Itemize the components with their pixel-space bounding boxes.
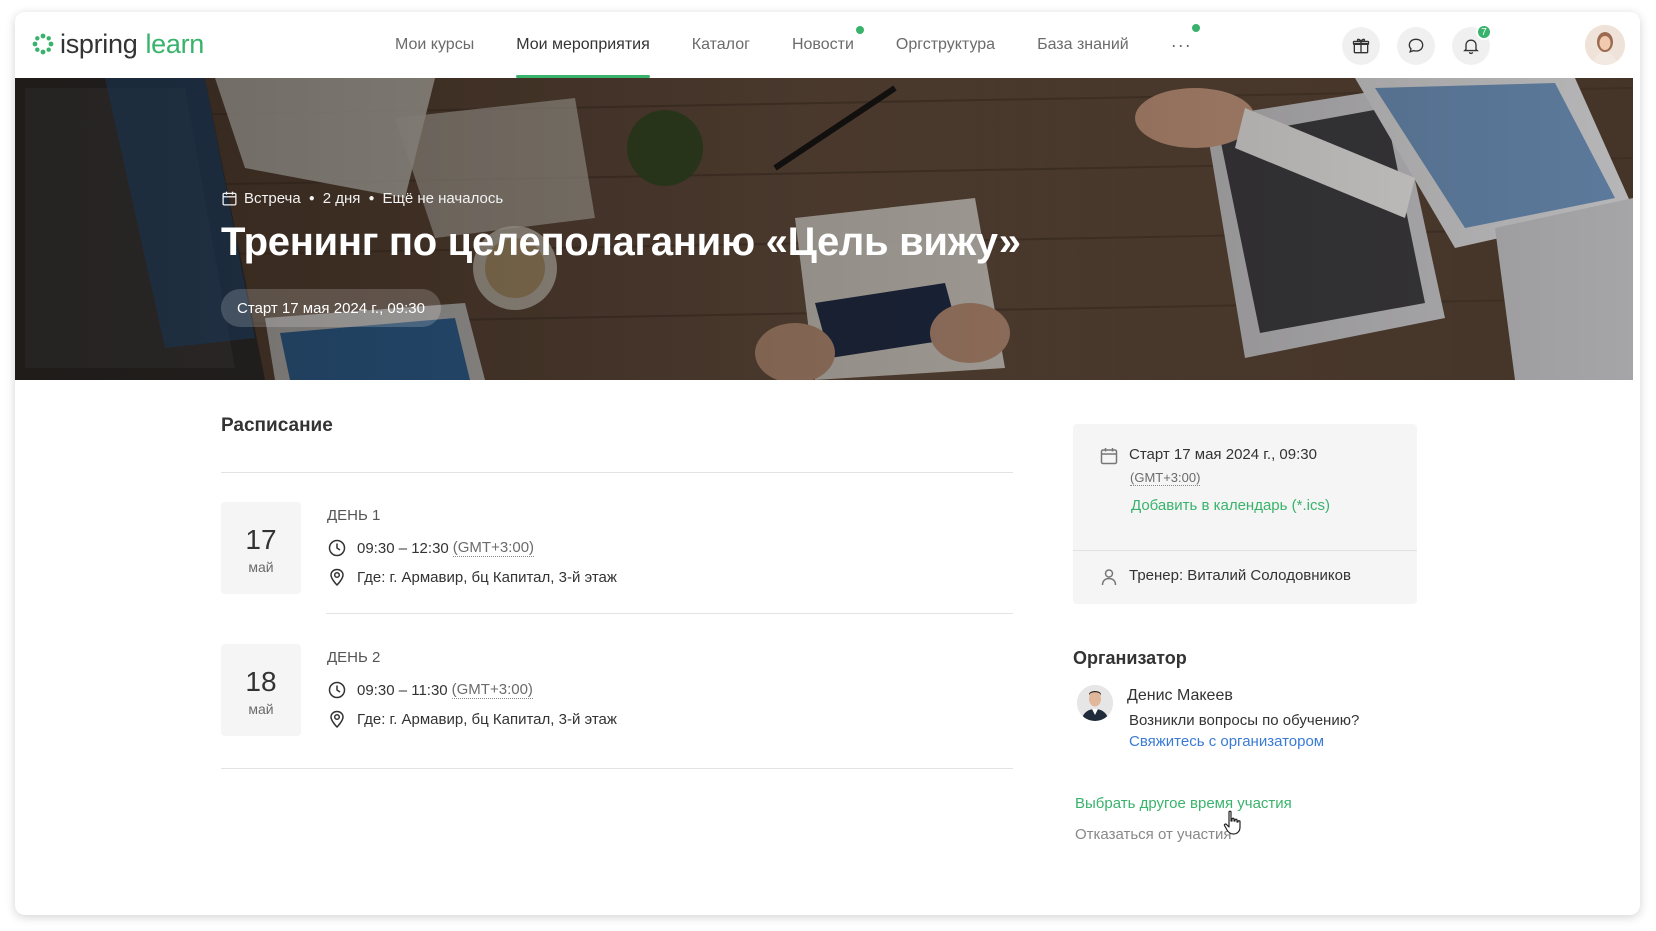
card-divider bbox=[1073, 550, 1417, 551]
event-start-chip: Старт 17 мая 2024 г., 09:30 bbox=[221, 289, 441, 327]
chat-icon bbox=[1408, 38, 1424, 53]
organizer-avatar bbox=[1077, 685, 1113, 721]
logo-text-ispring: ispring bbox=[60, 28, 138, 59]
location-pin-icon bbox=[330, 710, 344, 729]
ispring-learn-logo[interactable]: ispring learn bbox=[31, 29, 204, 59]
day-location-row: Где: г. Армавир, бц Капитал, 3-й этаж bbox=[327, 709, 617, 729]
timezone-hint[interactable]: (GMT+3:00) bbox=[452, 539, 535, 557]
timezone-hint[interactable]: (GMT+3:00) bbox=[451, 681, 533, 699]
card-timezone-hint[interactable]: (GMT+3:00) bbox=[1130, 470, 1201, 486]
top-header: ispring learn Мои курсы Мои мероприятия … bbox=[15, 12, 1640, 78]
nav-my-courses[interactable]: Мои курсы bbox=[395, 12, 474, 78]
schedule-heading: Расписание bbox=[221, 415, 333, 436]
hand-cursor-icon bbox=[1223, 810, 1241, 835]
gift-icon bbox=[1352, 38, 1370, 54]
organizer-heading: Организатор bbox=[1073, 648, 1187, 668]
calendar-icon bbox=[222, 191, 237, 206]
gift-button[interactable] bbox=[1342, 27, 1380, 65]
day-location: Где: г. Армавир, бц Капитал, 3-й этаж bbox=[357, 710, 617, 728]
day-date-box: 17 май bbox=[221, 502, 301, 594]
meta-separator: ● bbox=[308, 193, 315, 204]
day-date-box: 18 май bbox=[221, 644, 301, 736]
divider bbox=[221, 768, 1013, 769]
trainer-name: Тренер: Виталий Солодовников bbox=[1129, 567, 1351, 584]
decline-participation-link[interactable]: Отказаться от участия bbox=[1075, 826, 1232, 843]
card-trainer-row: Тренер: Виталий Солодовников bbox=[1099, 567, 1351, 587]
day-number: 17 bbox=[245, 524, 277, 555]
calendar-icon bbox=[1100, 448, 1118, 465]
nav-label: Новости bbox=[791, 36, 854, 53]
event-hero-banner: Встреча ● 2 дня ● Ещё не началось Тренин… bbox=[15, 78, 1633, 380]
user-avatar[interactable] bbox=[1585, 25, 1625, 65]
day-time: 09:30 – 12:30 bbox=[357, 539, 449, 557]
event-duration: 2 дня bbox=[322, 190, 361, 207]
notifications-button[interactable]: 7 bbox=[1452, 24, 1492, 65]
change-time-link[interactable]: Выбрать другое время участия bbox=[1075, 795, 1292, 812]
event-status: Ещё не началось bbox=[382, 190, 504, 207]
nav-news[interactable]: Новости bbox=[791, 12, 864, 78]
day-month: май bbox=[248, 559, 274, 575]
nav-my-events[interactable]: Мои мероприятия bbox=[516, 12, 650, 78]
logo-icon bbox=[32, 33, 54, 55]
nav-label: Оргструктура bbox=[895, 36, 996, 53]
nav-more-button[interactable]: ··· bbox=[1170, 12, 1200, 78]
day-time-row: 09:30 – 12:30 (GMT+3:00) bbox=[327, 538, 535, 558]
card-start-text: Старт 17 мая 2024 г., 09:30 bbox=[1129, 446, 1317, 463]
event-meta: Встреча ● 2 дня ● Ещё не началось bbox=[221, 190, 503, 207]
day-month: май bbox=[248, 701, 274, 717]
event-info-card: Старт 17 мая 2024 г., 09:30 (GMT+3:00) Д… bbox=[1073, 424, 1417, 604]
nav-label: Мои курсы bbox=[395, 36, 475, 53]
nav-catalog[interactable]: Каталог bbox=[692, 12, 750, 78]
contact-organizer-link[interactable]: Свяжитесь с организатором bbox=[1129, 733, 1324, 750]
nav-label: Мои мероприятия bbox=[516, 36, 650, 53]
unread-dot bbox=[1191, 24, 1200, 32]
divider bbox=[221, 472, 1013, 473]
organizer-name: Денис Макеев bbox=[1127, 687, 1233, 704]
logo-text-learn: learn bbox=[145, 28, 204, 59]
main-nav: Мои курсы Мои мероприятия Каталог Новост… bbox=[395, 12, 1234, 78]
clock-icon bbox=[328, 681, 346, 699]
nav-knowledge-base[interactable]: База знаний bbox=[1037, 12, 1129, 78]
person-icon bbox=[1101, 569, 1117, 586]
day-label: ДЕНЬ 2 bbox=[327, 649, 381, 666]
unread-dot bbox=[855, 26, 864, 34]
meta-separator: ● bbox=[368, 193, 375, 204]
user-avatar-image bbox=[1585, 25, 1625, 65]
bell-icon bbox=[1463, 39, 1479, 55]
event-title: Тренинг по целеполаганию «Цель вижу» bbox=[221, 220, 1021, 264]
day-number: 18 bbox=[245, 666, 277, 697]
day-time: 09:30 – 11:30 bbox=[357, 681, 448, 699]
chat-button[interactable] bbox=[1397, 27, 1435, 65]
divider bbox=[326, 613, 1013, 614]
day-label: ДЕНЬ 1 bbox=[327, 507, 381, 524]
day-time-row: 09:30 – 11:30 (GMT+3:00) bbox=[327, 680, 533, 700]
organizer-question: Возникли вопросы по обучению? bbox=[1129, 712, 1360, 729]
location-pin-icon bbox=[330, 568, 344, 587]
day-location-row: Где: г. Армавир, бц Капитал, 3-й этаж bbox=[327, 567, 617, 587]
add-to-calendar-link[interactable]: Добавить в календарь (*.ics) bbox=[1131, 497, 1330, 514]
nav-label: База знаний bbox=[1037, 36, 1129, 53]
more-icon: ··· bbox=[1170, 34, 1192, 55]
card-start-row: Старт 17 мая 2024 г., 09:30 bbox=[1099, 446, 1317, 466]
event-type: Встреча bbox=[244, 190, 301, 207]
notification-count-badge: 7 bbox=[1476, 24, 1492, 40]
organizer-avatar-image bbox=[1077, 685, 1113, 721]
nav-org-structure[interactable]: Оргструктура bbox=[896, 12, 995, 78]
nav-label: Каталог bbox=[691, 36, 750, 53]
day-location: Где: г. Армавир, бц Капитал, 3-й этаж bbox=[357, 568, 617, 586]
app-window: ispring learn Мои курсы Мои мероприятия … bbox=[15, 12, 1640, 915]
clock-icon bbox=[328, 539, 346, 557]
